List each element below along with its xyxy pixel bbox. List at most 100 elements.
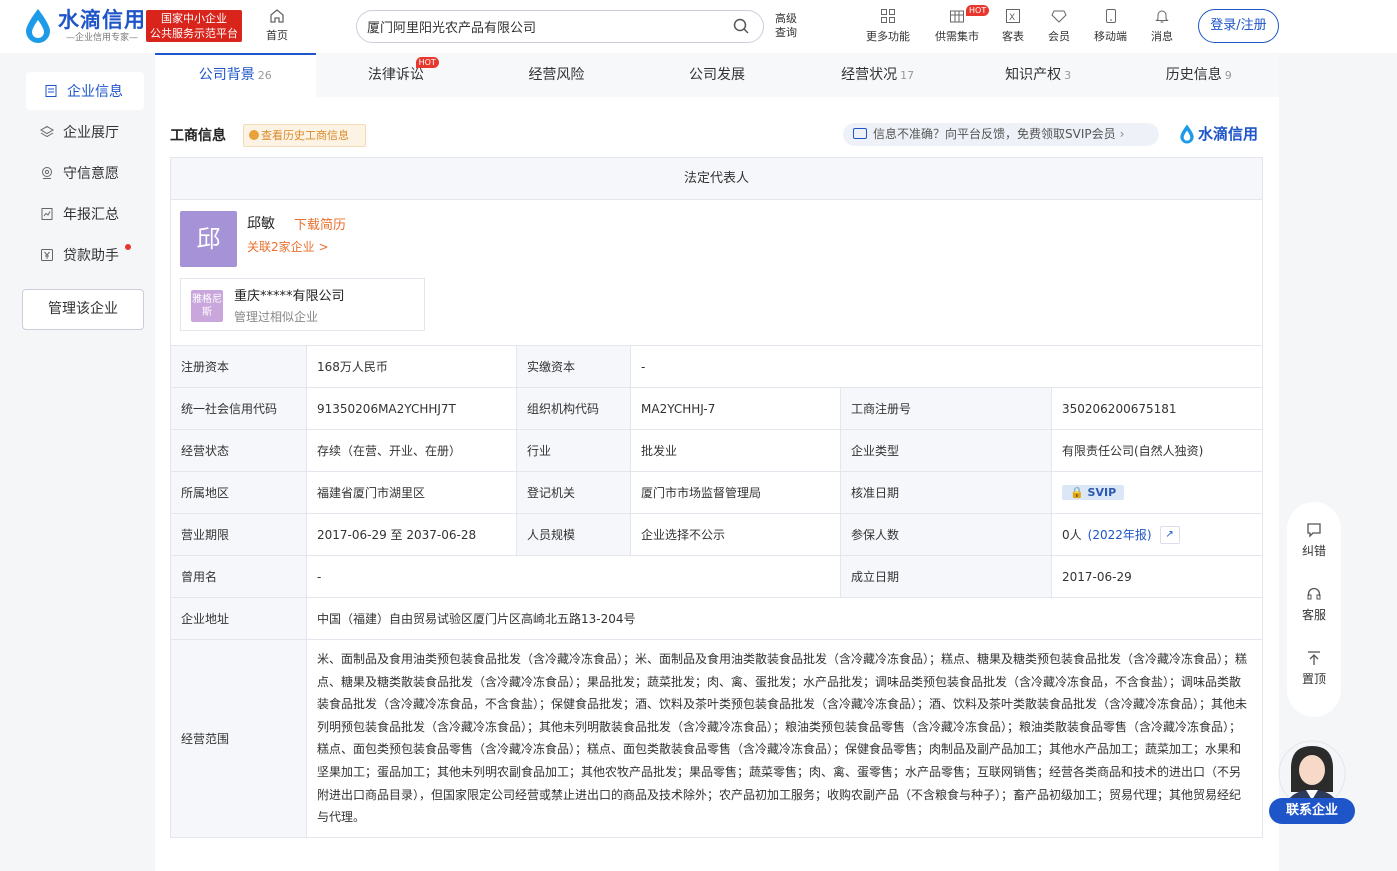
- nav-member-label: 会员: [1048, 30, 1070, 43]
- view-history-button[interactable]: 查看历史工商信息: [243, 124, 366, 147]
- market-icon: [950, 10, 964, 23]
- search-input[interactable]: [356, 10, 764, 43]
- document-icon: [45, 85, 57, 97]
- feedback-text: 信息不准确？向平台反馈，免费领取SVIP会员: [873, 127, 1116, 141]
- table-row: 经营范围 米、面制品及食用油类预包装食品批发（含冷藏冷冻食品）；米、面制品及食用…: [171, 640, 1262, 837]
- legal-rep-name[interactable]: 邱敏: [247, 213, 275, 233]
- grid-icon: [881, 9, 895, 23]
- nav-home[interactable]: 首页: [263, 8, 291, 43]
- top-label: 置顶: [1301, 672, 1326, 686]
- tab-history-info[interactable]: 历史信息 9: [1118, 53, 1279, 97]
- tab-intellectual-property[interactable]: 知识产权 3: [958, 53, 1119, 97]
- related-company-note: 管理过相似企业: [234, 310, 319, 324]
- nav-member[interactable]: 会员: [1048, 8, 1070, 44]
- login-register-button[interactable]: 登录/注册: [1198, 9, 1279, 43]
- tab-count: 9: [1224, 69, 1232, 82]
- related-companies-link[interactable]: 关联2家企业 >: [247, 238, 329, 255]
- label-former-name: 曾用名: [171, 556, 307, 597]
- sidebar-item-label: 守信意愿: [63, 166, 119, 182]
- trend-chart-icon[interactable]: ↗: [1159, 525, 1180, 544]
- value-staff-size: 企业选择不公示: [631, 514, 841, 555]
- sidebar-item-label: 年报汇总: [63, 207, 119, 223]
- feedback-icon: [853, 128, 867, 139]
- notification-dot: [125, 244, 131, 250]
- business-info-table: 法定代表人 邱 邱敏 下载简历 关联2家企业 > 雅格尼斯 重庆*****有限公…: [170, 157, 1263, 838]
- value-status: 存续（在营、开业、在册）: [307, 430, 517, 471]
- label-region: 所属地区: [171, 472, 307, 513]
- tab-business-risk[interactable]: 经营风险: [476, 53, 637, 97]
- sidebar-item-label: 贷款助手: [63, 248, 119, 264]
- yen-icon: [41, 249, 53, 261]
- tab-legal-litigation[interactable]: 法律诉讼 HOT: [316, 53, 477, 97]
- location-icon: [42, 167, 52, 179]
- value-reg-number: 350206200675181: [1062, 401, 1177, 416]
- sidebar-item-showroom[interactable]: 企业展厅: [22, 113, 144, 151]
- company-avatar: 雅格尼斯: [191, 290, 223, 322]
- floating-toolbar: 纠错 客服 置顶: [1287, 502, 1341, 717]
- correction-label: 纠错: [1301, 544, 1326, 558]
- manage-company-button[interactable]: 管理该企业: [22, 289, 144, 330]
- hot-badge: HOT: [966, 5, 990, 16]
- label-industry: 行业: [517, 430, 631, 471]
- label-authority: 登记机关: [517, 472, 631, 513]
- nav-more[interactable]: 更多功能: [866, 8, 910, 44]
- table-row: 企业地址 中国（福建）自由贸易试验区厦门片区高崎北五路13-204号: [171, 598, 1262, 640]
- sidebar-item-label: 企业展厅: [63, 125, 119, 141]
- table-row: 营业期限 2017-06-29 至 2037-06-28 人员规模 企业选择不公…: [171, 514, 1262, 556]
- view-history-label: 查看历史工商信息: [261, 129, 349, 142]
- label-staff-size: 人员规模: [517, 514, 631, 555]
- section-brand: 水滴信用: [1179, 123, 1258, 144]
- sidebar-item-credit-will[interactable]: 守信意愿: [22, 154, 144, 192]
- correction-button[interactable]: 纠错: [1287, 502, 1341, 566]
- svip-lock-badge[interactable]: 🔒 SVIP: [1062, 485, 1125, 500]
- download-cv-link[interactable]: 下载简历: [294, 214, 346, 233]
- customer-service-button[interactable]: 客服: [1287, 566, 1341, 630]
- label-company-type: 企业类型: [841, 430, 1052, 471]
- legal-rep-header: 法定代表人: [171, 158, 1262, 200]
- nav-mobile[interactable]: 移动端: [1094, 8, 1127, 44]
- nav-excel[interactable]: X 客表: [1002, 8, 1024, 44]
- tab-company-development[interactable]: 公司发展: [637, 53, 798, 97]
- value-reg-capital: 168万人民币: [307, 346, 517, 387]
- nav-mobile-label: 移动端: [1094, 30, 1127, 43]
- search-icon[interactable]: [732, 17, 750, 35]
- left-sidebar: 企业信息 企业展厅 守信意愿 年报汇总 贷款助手 管理该企业: [22, 72, 144, 330]
- tab-company-background[interactable]: 公司背景 26: [155, 53, 316, 97]
- advanced-search-link[interactable]: 高级查询: [775, 12, 799, 40]
- tab-count: 26: [257, 69, 272, 82]
- table-row: 统一社会信用代码 91350206MA2YCHHJ7T 组织机构代码 MA2YC…: [171, 388, 1262, 430]
- tab-label: 历史信息: [1165, 67, 1222, 83]
- value-region: 福建省厦门市湖里区: [307, 472, 517, 513]
- nav-more-label: 更多功能: [866, 30, 910, 43]
- label-insured: 参保人数: [841, 514, 1052, 555]
- bell-icon: [1155, 10, 1169, 23]
- hot-badge: HOT: [415, 57, 439, 68]
- related-company-card[interactable]: 雅格尼斯 重庆*****有限公司 管理过相似企业: [180, 278, 425, 331]
- sidebar-item-label: 企业信息: [67, 84, 123, 100]
- svip-label: SVIP: [1087, 486, 1117, 499]
- value-address: 中国（福建）自由贸易试验区厦门片区高崎北五路13-204号: [317, 612, 636, 626]
- contact-company-label: 联系企业: [1285, 803, 1338, 818]
- contact-company-widget[interactable]: 联系企业: [1269, 738, 1355, 826]
- section-brand-name: 水滴信用: [1198, 125, 1259, 143]
- insured-year-link[interactable]: (2022年报): [1088, 526, 1152, 543]
- feedback-banner[interactable]: 信息不准确？向平台反馈，免费领取SVIP会员 ›: [843, 123, 1159, 146]
- brand-logo[interactable]: 水滴信用 —企业信用专家—: [24, 8, 146, 44]
- back-to-top-button[interactable]: 置顶: [1287, 630, 1341, 694]
- avatar: 邱: [180, 211, 237, 267]
- label-term: 营业期限: [171, 514, 307, 555]
- sidebar-item-annual-reports[interactable]: 年报汇总: [22, 195, 144, 233]
- tab-operating-status[interactable]: 经营状况 17: [797, 53, 958, 97]
- sidebar-item-loan-assistant[interactable]: 贷款助手: [22, 236, 144, 274]
- nav-excel-label: 客表: [1002, 30, 1024, 43]
- value-term: 2017-06-29 至 2037-06-28: [307, 514, 517, 555]
- insured-count: 0人: [1062, 528, 1082, 542]
- tab-label: 经营风险: [528, 67, 585, 83]
- comment-icon: [1307, 523, 1321, 538]
- nav-messages[interactable]: 消息: [1151, 8, 1173, 44]
- excel-icon: X: [1006, 9, 1020, 23]
- nav-home-label: 首页: [266, 29, 288, 42]
- tab-count: 17: [900, 69, 915, 82]
- top-header: 水滴信用 —企业信用专家— 国家中小企业 公共服务示范平台 首页 高级查询 更多…: [0, 0, 1397, 53]
- sidebar-item-company-info[interactable]: 企业信息: [26, 72, 144, 110]
